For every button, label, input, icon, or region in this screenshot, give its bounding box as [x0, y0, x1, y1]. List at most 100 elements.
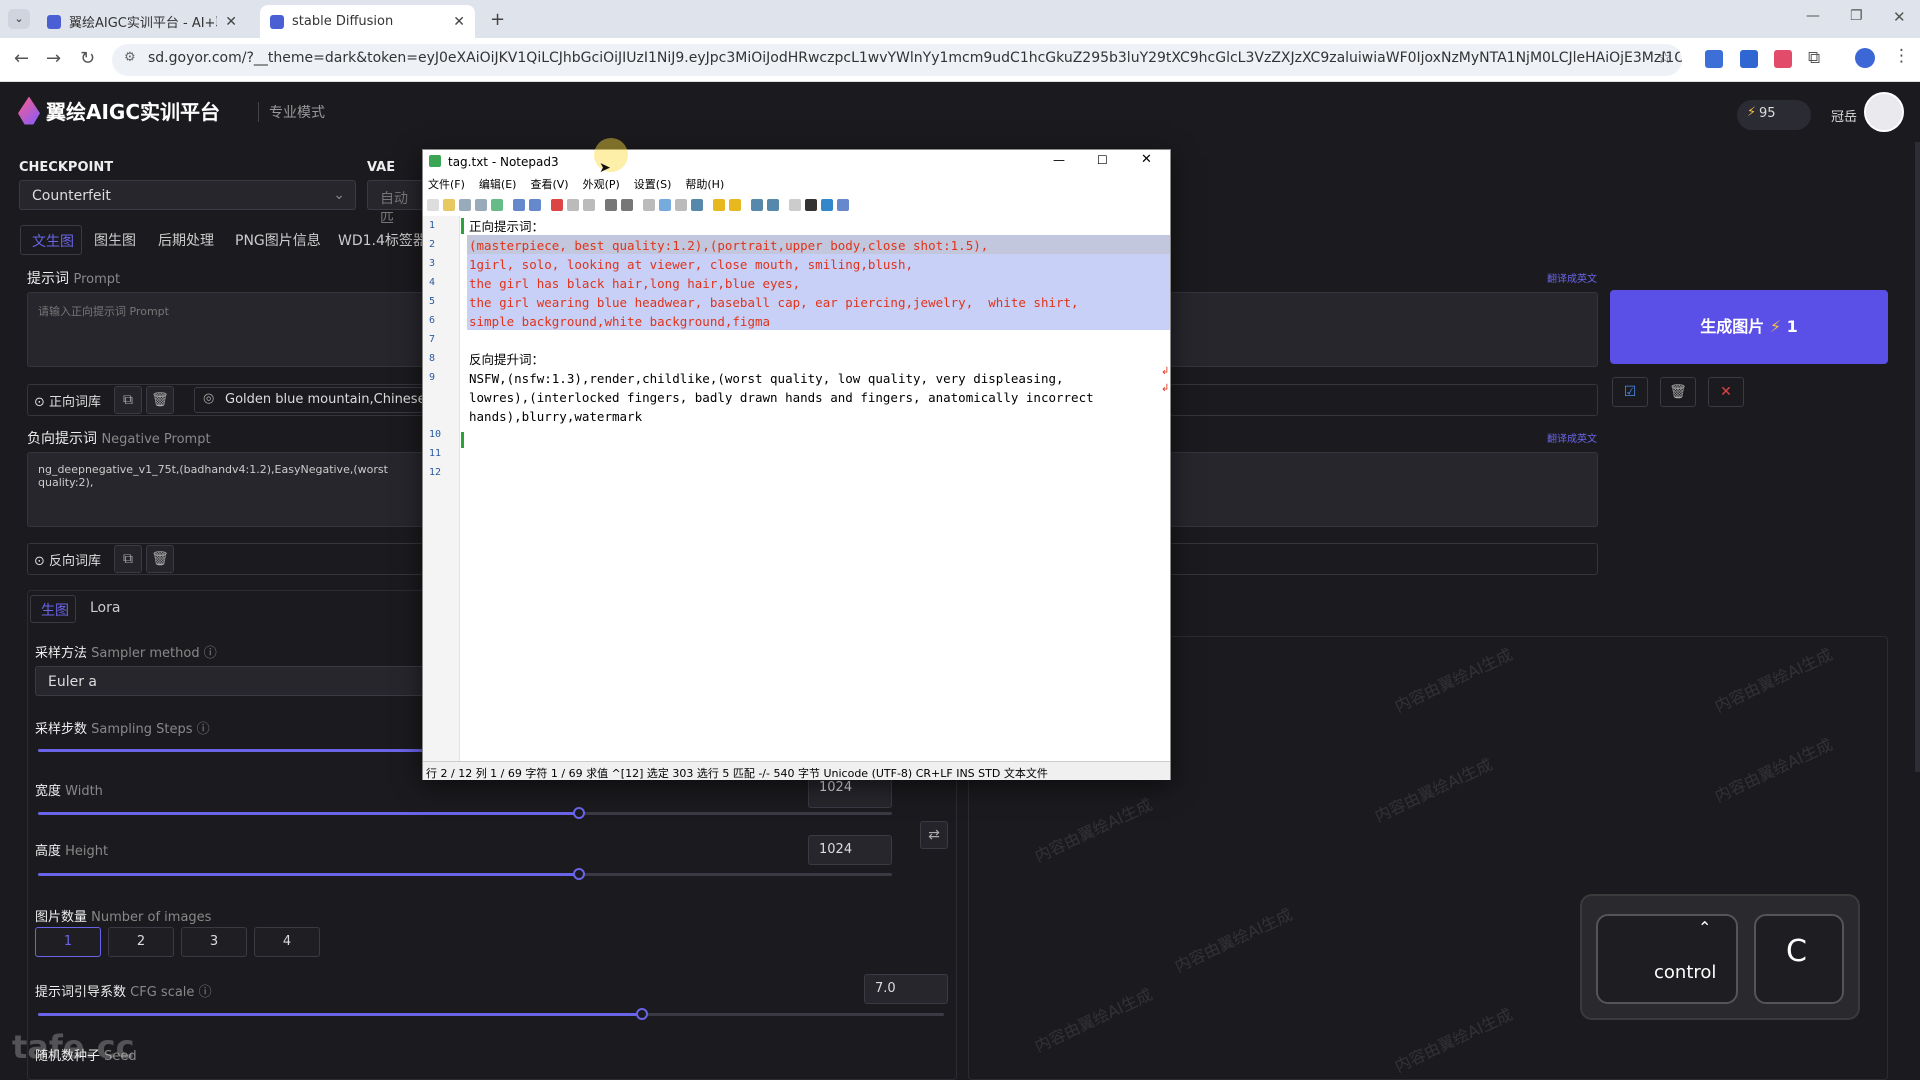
- forward-icon[interactable]: →: [46, 48, 61, 69]
- maximize-icon[interactable]: ☐: [1097, 153, 1108, 167]
- zoom-out-icon[interactable]: [767, 199, 779, 211]
- trash-icon[interactable]: 🗑: [146, 545, 174, 573]
- help-icon[interactable]: ⓘ: [204, 646, 217, 661]
- generate-button[interactable]: 生成图片 ⚡ 1: [1610, 290, 1888, 364]
- width-slider-knob[interactable]: [573, 807, 585, 819]
- positive-lib-toggle[interactable]: ⊙ 正向词库: [34, 391, 101, 410]
- tab-txt2img[interactable]: 文生图: [20, 225, 82, 255]
- extension-icon[interactable]: [1774, 50, 1792, 68]
- zoom-icon[interactable]: [691, 199, 703, 211]
- negative-lib-toggle[interactable]: ⊙ 反向词库: [34, 550, 101, 569]
- count-option-1[interactable]: 1: [35, 927, 101, 957]
- menu-help[interactable]: 帮助(H): [685, 176, 724, 194]
- count-option-3[interactable]: 3: [181, 927, 247, 957]
- height-input[interactable]: 1024: [808, 835, 892, 865]
- save-as-icon[interactable]: [475, 199, 487, 211]
- site-info-icon[interactable]: ⚙: [124, 50, 136, 65]
- clear-icon[interactable]: ✕: [1708, 377, 1744, 407]
- extensions-puzzle-icon[interactable]: ⧉: [1808, 48, 1820, 68]
- tab-close-icon[interactable]: ✕: [225, 14, 237, 30]
- fullscreen-icon[interactable]: [805, 199, 817, 211]
- trash-icon[interactable]: 🗑: [146, 386, 174, 414]
- menu-view[interactable]: 查看(V): [530, 176, 568, 194]
- paste-icon[interactable]: [583, 199, 595, 211]
- indent-icon[interactable]: [675, 199, 687, 211]
- avatar[interactable]: [1864, 92, 1904, 132]
- width-input[interactable]: 1024: [808, 778, 892, 808]
- copy-icon[interactable]: ⧉: [114, 545, 142, 573]
- mode-label[interactable]: 专业模式: [258, 102, 325, 122]
- extension-icon[interactable]: [1740, 50, 1758, 68]
- browse-icon[interactable]: [491, 199, 503, 211]
- cfg-slider[interactable]: [38, 1013, 944, 1016]
- prompt-input[interactable]: 请输入正向提示词 Prompt: [27, 292, 427, 367]
- find-icon[interactable]: [605, 199, 617, 211]
- goto-icon[interactable]: [643, 199, 655, 211]
- add-favorite-icon[interactable]: [729, 199, 741, 211]
- checkpoint-select[interactable]: Counterfeit ⌄: [19, 180, 356, 210]
- tab-img2img[interactable]: 图生图: [94, 230, 136, 250]
- help-icon[interactable]: ⓘ: [197, 722, 210, 737]
- menu-appearance[interactable]: 外观(P): [583, 176, 620, 194]
- steps-slider[interactable]: [38, 749, 428, 752]
- style-tag[interactable]: ◎ Golden blue mountain,Chinese la...: [194, 387, 424, 413]
- window-close-icon[interactable]: ✕: [1893, 8, 1906, 26]
- replace-icon[interactable]: [621, 199, 633, 211]
- sampler-select[interactable]: Euler a: [35, 666, 430, 696]
- count-option-2[interactable]: 2: [108, 927, 174, 957]
- restore-icon[interactable]: ❐: [1850, 8, 1863, 24]
- cfg-input[interactable]: 7.0: [864, 974, 948, 1004]
- tab-generate[interactable]: 生图: [30, 595, 76, 623]
- cfg-slider-knob[interactable]: [636, 1008, 648, 1020]
- browser-menu-icon[interactable]: ⋮: [1893, 46, 1910, 66]
- menu-file[interactable]: 文件(F): [428, 176, 465, 194]
- swap-icon[interactable]: ⇄: [920, 821, 948, 849]
- scrollbar[interactable]: [1915, 142, 1920, 772]
- pin-icon[interactable]: [821, 199, 833, 211]
- scheme-icon[interactable]: [789, 199, 801, 211]
- close-icon[interactable]: ✕: [1141, 152, 1152, 167]
- exit-icon[interactable]: [837, 199, 849, 211]
- tab-list-chevron-icon[interactable]: ⌄: [8, 9, 30, 29]
- checkbox-icon[interactable]: ☑: [1612, 377, 1648, 407]
- minimize-icon[interactable]: —: [1806, 8, 1820, 24]
- help-icon[interactable]: ⓘ: [199, 985, 212, 1000]
- menu-edit[interactable]: 编辑(E): [479, 176, 517, 194]
- neg-prompt-input[interactable]: ng_deepnegative_v1_75t,(badhandv4:1.2),E…: [27, 452, 427, 527]
- translate-link[interactable]: 翻译成英文: [1547, 270, 1597, 285]
- url-input[interactable]: ⚙ sd.goyor.com/?__theme=dark&token=eyJ0e…: [112, 44, 1682, 76]
- vae-select[interactable]: 自动匹: [367, 180, 427, 227]
- tab-wd-tagger[interactable]: WD1.4标签器: [338, 230, 427, 250]
- tab-postprocess[interactable]: 后期处理: [158, 230, 214, 250]
- redo-icon[interactable]: [529, 199, 541, 211]
- zoom-in-icon[interactable]: [751, 199, 763, 211]
- bookmark-star-icon[interactable]: ☆: [1657, 48, 1672, 68]
- width-slider[interactable]: [38, 812, 892, 815]
- save-icon[interactable]: [459, 199, 471, 211]
- wordwrap-icon[interactable]: [659, 199, 671, 211]
- translate-link[interactable]: 翻译成英文: [1547, 430, 1597, 445]
- profile-icon[interactable]: [1855, 48, 1875, 68]
- new-tab-icon[interactable]: +: [490, 9, 505, 30]
- tab-lora[interactable]: Lora: [90, 600, 120, 616]
- open-folder-icon[interactable]: [443, 199, 455, 211]
- favorites-icon[interactable]: [713, 199, 725, 211]
- new-file-icon[interactable]: [427, 199, 439, 211]
- menu-settings[interactable]: 设置(S): [634, 176, 672, 194]
- app-logo[interactable]: 翼绘AIGC实训平台: [18, 96, 220, 125]
- tab-close-icon[interactable]: ✕: [453, 14, 465, 30]
- browser-tab[interactable]: 翼绘AIGC实训平台 - AI+职业ì ✕: [37, 5, 247, 38]
- copy-icon[interactable]: ⧉: [114, 386, 142, 414]
- copy-icon[interactable]: [567, 199, 579, 211]
- notepad-titlebar[interactable]: tag.txt - Notepad3 — ☐ ✕: [423, 150, 1170, 174]
- count-option-4[interactable]: 4: [254, 927, 320, 957]
- undo-icon[interactable]: [513, 199, 525, 211]
- trash-icon[interactable]: 🗑: [1660, 377, 1696, 407]
- back-icon[interactable]: ←: [14, 48, 29, 69]
- prompt-input-extension[interactable]: [1170, 292, 1598, 367]
- username[interactable]: 冠岳: [1831, 106, 1857, 125]
- height-slider-knob[interactable]: [573, 868, 585, 880]
- browser-tab-active[interactable]: stable Diffusion ✕: [260, 5, 475, 38]
- cut-icon[interactable]: [551, 199, 563, 211]
- minimize-icon[interactable]: —: [1053, 153, 1065, 167]
